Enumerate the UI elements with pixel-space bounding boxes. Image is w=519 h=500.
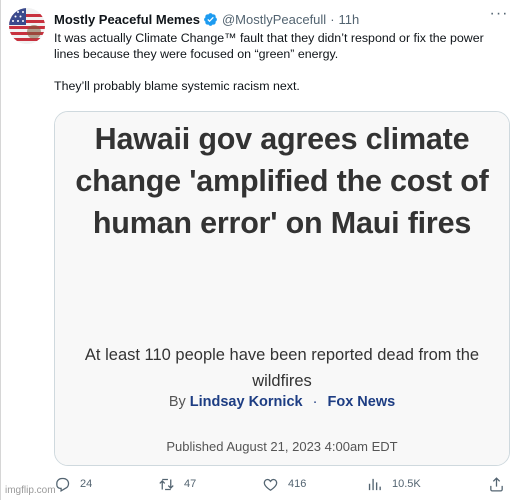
tweet-text: It was actually Climate Change™ fault th… (54, 30, 504, 94)
handle[interactable]: @MostlyPeacefull (222, 12, 326, 27)
avatar[interactable] (9, 8, 45, 44)
views-count: 10.5K (392, 478, 421, 490)
header-separator: · (330, 11, 335, 27)
tweet-text-line: They’ll probably blame systemic racism n… (54, 79, 300, 93)
article-byline: By Lindsay Kornick · Fox News (75, 394, 489, 410)
retweet-button[interactable]: 47 (158, 474, 196, 494)
verified-badge-icon (203, 12, 218, 27)
views-icon (368, 478, 381, 490)
byline-author: Lindsay Kornick (189, 394, 303, 410)
reply-icon (56, 477, 70, 492)
article-published-date: Published August 21, 2023 4:00am EDT (166, 439, 398, 454)
article-screenshot: Hawaii gov agrees climate change 'amplif… (55, 112, 509, 465)
timeline-divider (0, 0, 1, 500)
tweet[interactable]: Mostly Peaceful Memes @MostlyPeacefull ·… (0, 0, 519, 500)
tweet-header: Mostly Peaceful Memes @MostlyPeacefull ·… (54, 10, 359, 28)
display-name[interactable]: Mostly Peaceful Memes (54, 12, 200, 27)
byline-by: By (168, 394, 186, 410)
share-icon (490, 476, 503, 492)
article-headline: Hawaii gov agrees climate change 'amplif… (75, 122, 489, 240)
like-button[interactable]: 416 (262, 474, 306, 494)
reply-count: 24 (80, 478, 93, 490)
retweet-icon (159, 478, 174, 490)
tweet-actions: 24 47 416 10.5K (54, 474, 514, 494)
article-card[interactable]: Hawaii gov agrees climate change 'amplif… (54, 111, 510, 466)
american-flag-avatar-icon (9, 8, 45, 44)
watermark: imgflip.com (5, 485, 56, 496)
share-button[interactable] (488, 474, 505, 494)
article-subheadline: At least 110 people have been reported d… (84, 346, 480, 390)
byline-separator: · (312, 394, 318, 410)
more-icon[interactable]: ··· (488, 6, 510, 25)
timestamp[interactable]: 11h (339, 12, 360, 27)
views-button[interactable]: 10.5K (366, 474, 421, 494)
like-count: 416 (288, 478, 307, 490)
tweet-text-line: It was actually Climate Change™ fault th… (54, 31, 484, 61)
retweet-count: 47 (184, 478, 197, 490)
like-icon (263, 478, 278, 491)
byline-source: Fox News (327, 394, 396, 410)
reply-button[interactable]: 24 (54, 474, 92, 494)
